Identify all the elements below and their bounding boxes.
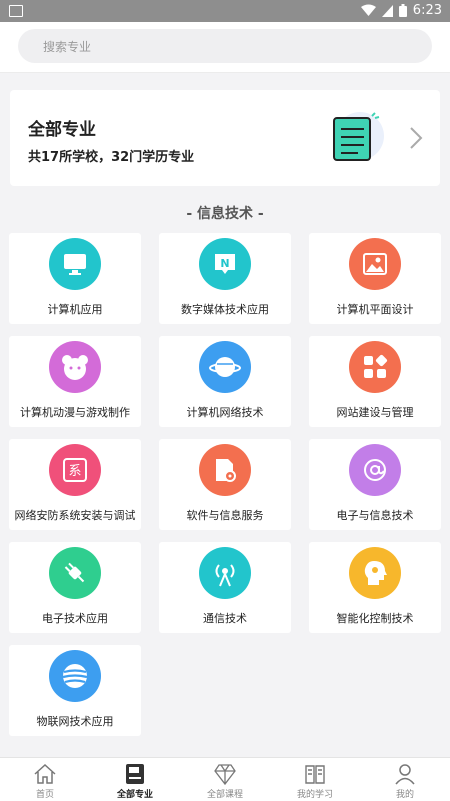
major-label: 计算机动漫与游戏制作 — [20, 406, 130, 419]
wifi-icon — [360, 4, 376, 16]
chevron-right-icon — [410, 127, 423, 149]
search-placeholder: 搜索专业 — [43, 40, 92, 54]
major-label: 计算机网络技术 — [186, 406, 264, 419]
notebook-illustration-icon — [333, 112, 384, 161]
monitor-icon — [49, 238, 101, 290]
system-icon: 系 — [49, 444, 101, 496]
major-card[interactable]: 通信技术 — [159, 542, 291, 633]
major-label: 计算机应用 — [47, 303, 103, 316]
tab-label: 全部专业 — [116, 790, 153, 800]
tab-all-majors[interactable]: 全部专业 — [90, 758, 180, 801]
tab-label: 全部课程 — [206, 790, 243, 800]
status-time: 6:23 — [412, 3, 442, 18]
status-bar: 6:23 — [0, 0, 450, 22]
major-label: 网站建设与管理 — [336, 406, 414, 419]
top-bar: 搜索专业 — [0, 22, 450, 73]
major-label: 网络安防系统安装与调试 — [14, 509, 136, 522]
major-card[interactable]: 计算机平面设计 — [309, 233, 441, 324]
image-notification-icon — [9, 5, 23, 17]
book-icon — [126, 764, 144, 784]
major-card[interactable]: 物联网技术应用 — [9, 645, 141, 736]
bottom-tab-bar: 首页 全部专业 全部课程 我的学习 我的 — [0, 757, 450, 801]
major-card[interactable]: 软件与信息服务 — [159, 439, 291, 530]
major-card[interactable]: 计算机动漫与游戏制作 — [9, 336, 141, 427]
home-icon — [34, 763, 56, 784]
banner-subtitle: 共17所学校，32门学历专业 — [28, 150, 195, 165]
person-icon — [395, 764, 415, 785]
major-label: 数字媒体技术应用 — [181, 303, 269, 316]
tab-all-courses[interactable]: 全部课程 — [180, 758, 270, 801]
major-card[interactable]: 计算机网络技术 — [159, 336, 291, 427]
bear-icon — [49, 341, 101, 393]
all-majors-banner[interactable]: 全部专业 共17所学校，32门学历专业 — [10, 90, 440, 186]
globe-icon — [49, 650, 101, 702]
major-card[interactable]: 电子与信息技术 — [309, 439, 441, 530]
major-label: 电子与信息技术 — [336, 509, 414, 522]
major-label: 智能化控制技术 — [336, 612, 414, 625]
brain-icon — [349, 547, 401, 599]
major-label: 计算机平面设计 — [336, 303, 414, 316]
diamond-icon — [214, 764, 236, 786]
major-card[interactable]: 系网络安防系统安装与调试 — [9, 439, 141, 530]
plug-icon — [49, 547, 101, 599]
major-label: 电子技术应用 — [42, 612, 108, 625]
major-card[interactable]: 网站建设与管理 — [309, 336, 441, 427]
file-gear-icon — [199, 444, 251, 496]
apps-icon — [349, 341, 401, 393]
major-card[interactable]: N 数字媒体技术应用 — [159, 233, 291, 324]
image-icon — [349, 238, 401, 290]
tab-home[interactable]: 首页 — [0, 758, 90, 801]
major-label: 软件与信息服务 — [186, 509, 264, 522]
banner-title: 全部专业 — [28, 120, 96, 140]
major-card[interactable]: 电子技术应用 — [9, 542, 141, 633]
tab-label: 我的 — [395, 790, 414, 800]
at-icon — [349, 444, 401, 496]
section-title: - 信息技术 - — [186, 206, 264, 222]
svg-text:N: N — [220, 257, 229, 270]
open-book-icon — [305, 765, 325, 784]
tab-label: 我的学习 — [296, 790, 333, 800]
planet-icon — [199, 341, 251, 393]
battery-icon — [398, 4, 407, 17]
n-bubble-icon: N — [199, 238, 251, 290]
major-label: 通信技术 — [203, 612, 247, 625]
svg-text:系: 系 — [68, 464, 81, 479]
major-label: 物联网技术应用 — [36, 715, 114, 728]
major-card[interactable]: 智能化控制技术 — [309, 542, 441, 633]
tab-label: 首页 — [35, 790, 54, 800]
tab-mine[interactable]: 我的 — [360, 758, 450, 801]
search-input[interactable]: 搜索专业 — [18, 29, 432, 63]
major-card[interactable]: 计算机应用 — [9, 233, 141, 324]
tab-my-learning[interactable]: 我的学习 — [270, 758, 360, 801]
signal-icon — [381, 4, 393, 17]
antenna-icon — [199, 547, 251, 599]
